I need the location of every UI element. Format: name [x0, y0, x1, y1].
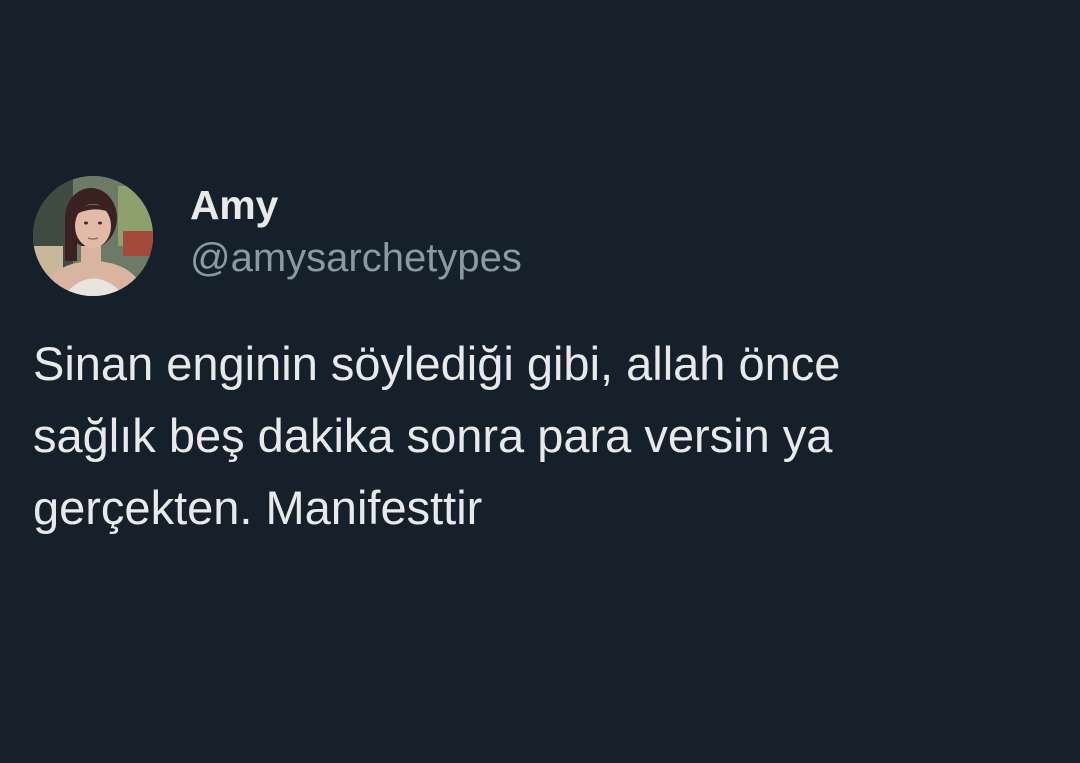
avatar[interactable] [33, 176, 153, 296]
author-info: Amy @amysarchetypes [190, 181, 522, 281]
display-name[interactable]: Amy [190, 181, 522, 229]
tweet-text: Sinan enginin söylediği gibi, allah önce… [33, 337, 841, 534]
tweet-card: Amy @amysarchetypes Sinan enginin söyled… [0, 0, 1080, 763]
profile-photo-icon [33, 176, 153, 296]
user-handle[interactable]: @amysarchetypes [190, 235, 522, 281]
